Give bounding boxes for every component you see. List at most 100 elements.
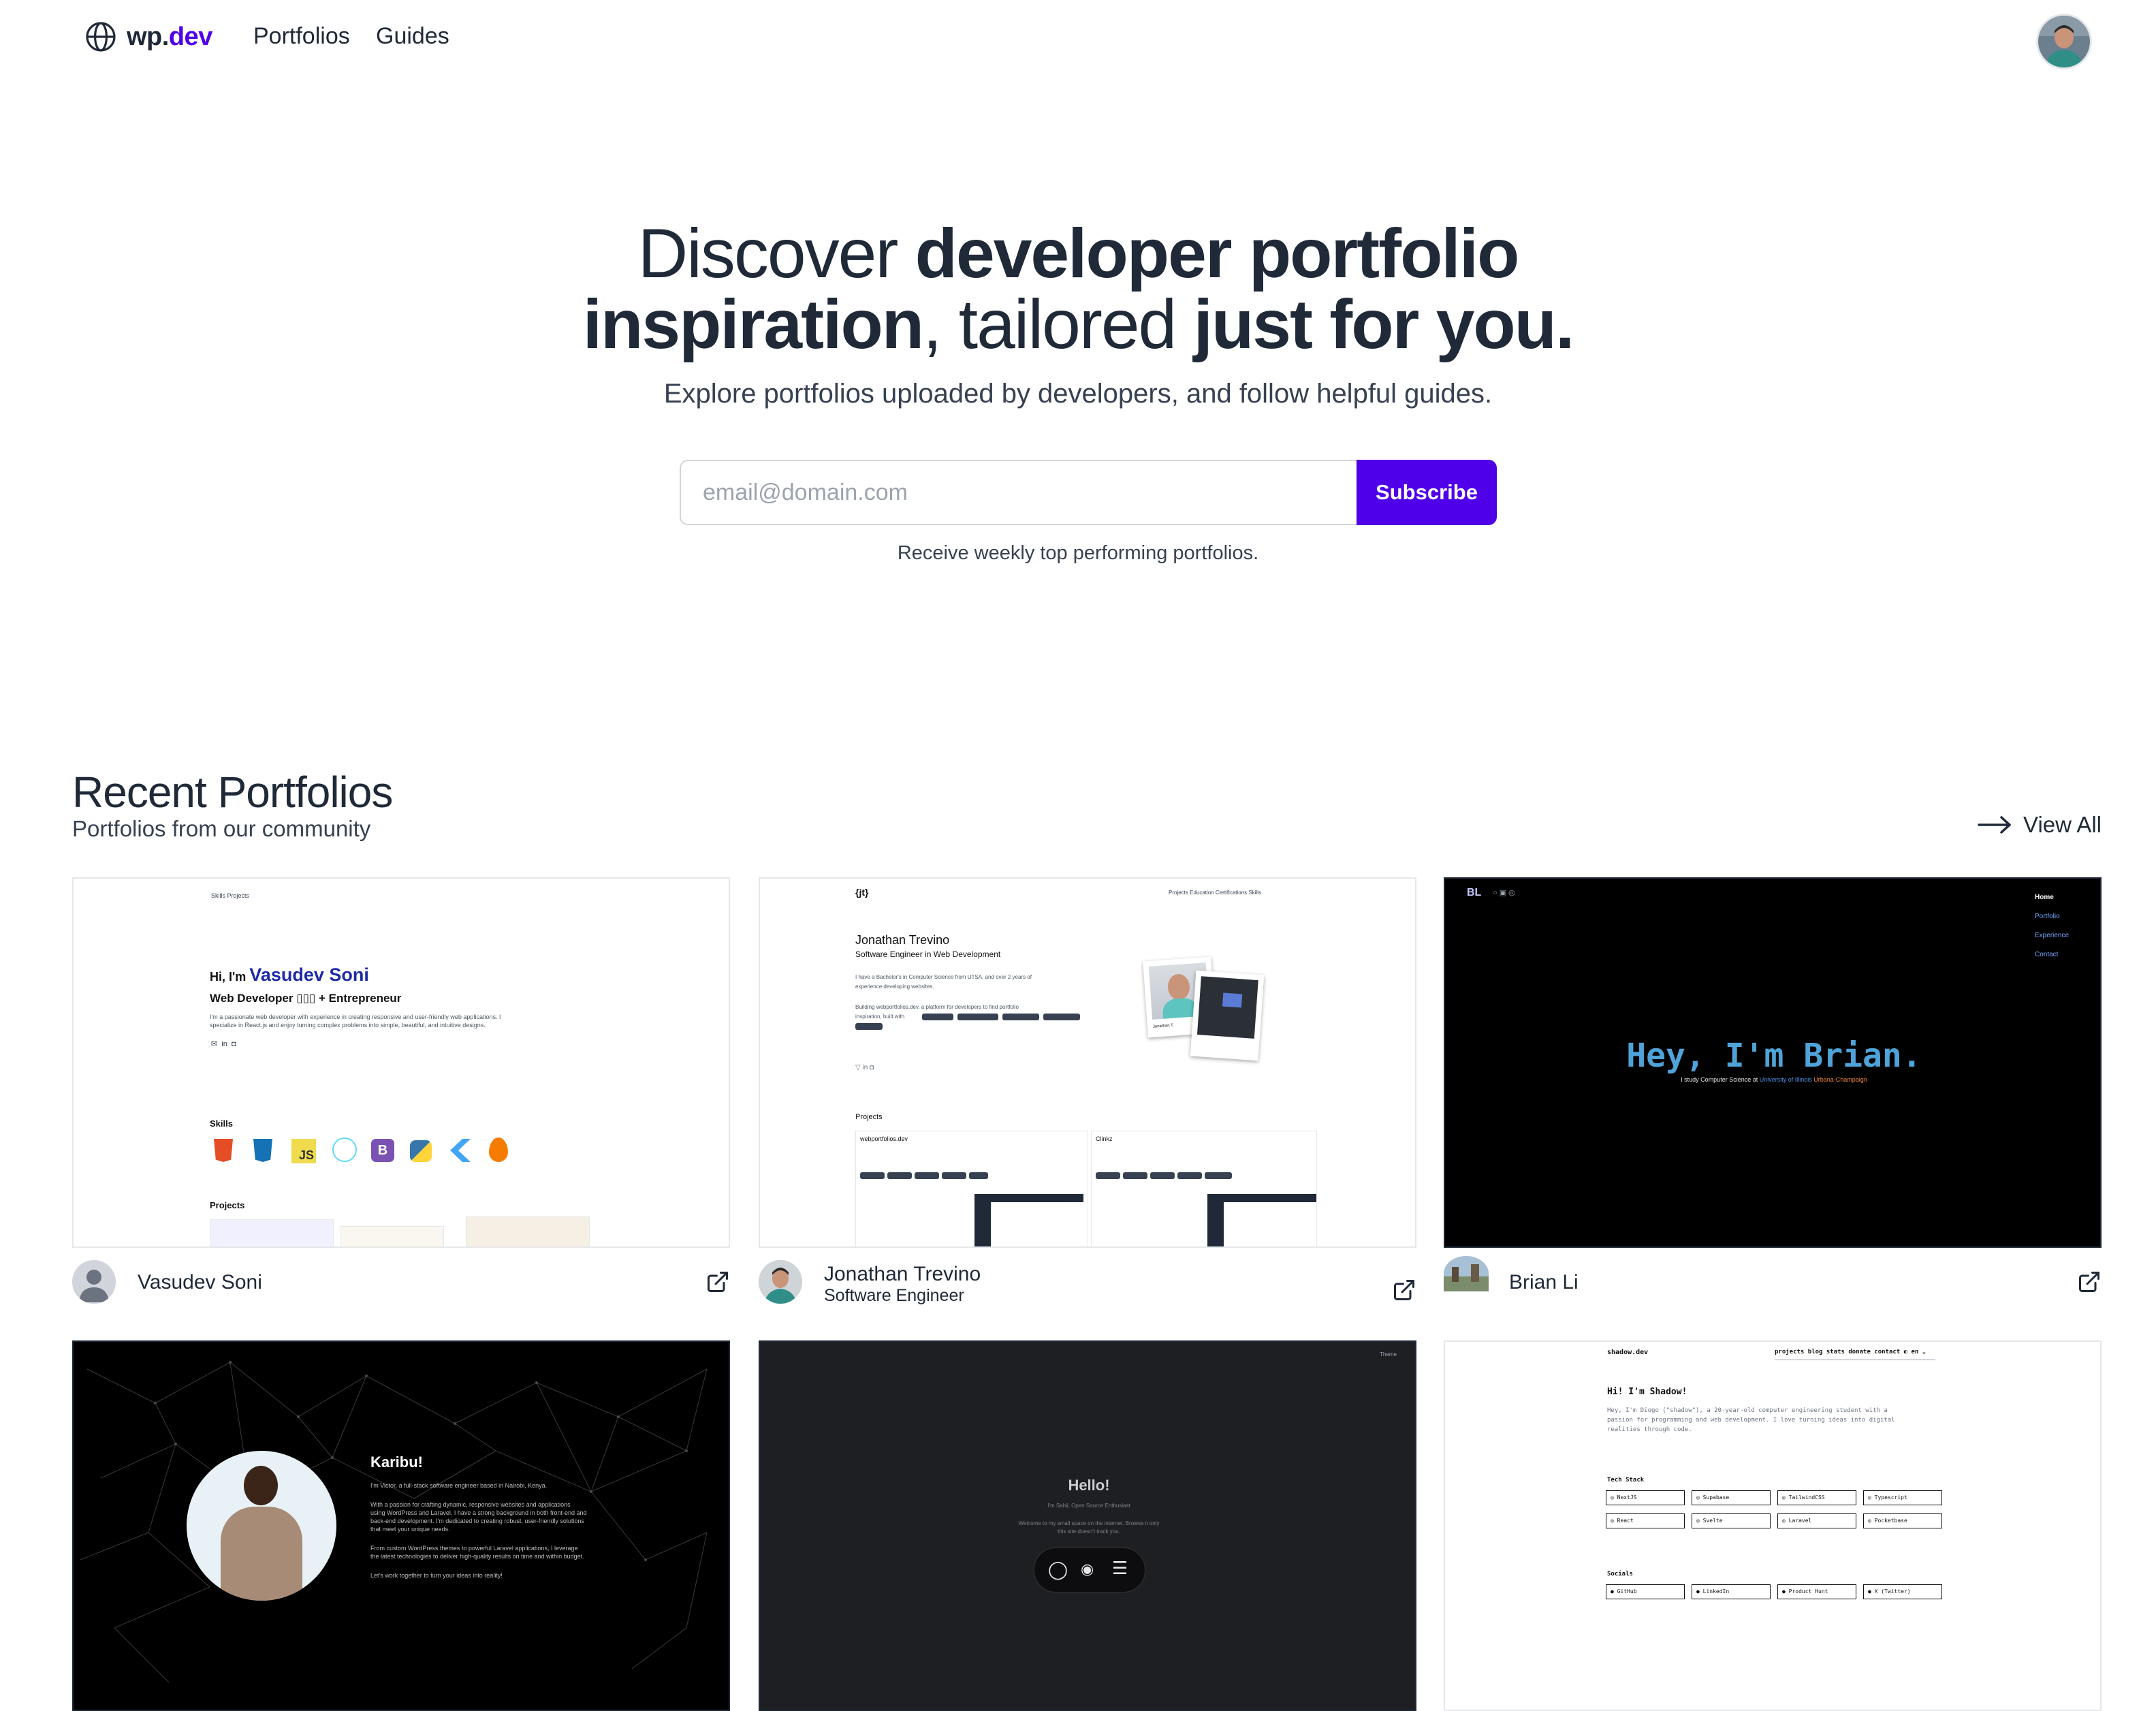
thumb-heading: Hi! I'm Shadow! — [1607, 1387, 1687, 1397]
author-avatar[interactable] — [759, 1260, 802, 1304]
recent-portfolios-subtitle: Portfolios from our community — [72, 816, 371, 841]
chat-icon: ◯ — [1048, 1559, 1068, 1580]
card-meta: Vasudev Soni — [72, 1260, 730, 1315]
author-avatar[interactable] — [1444, 1256, 1489, 1291]
card-meta: Jonathan Trevino Software Engineer — [759, 1260, 1416, 1315]
thumb-nav: Projects Education Certifications Skills — [1169, 890, 1262, 896]
thumb-bio: I'm a passionate web developer with expe… — [210, 1014, 501, 1020]
thumb-bio: Let's work together to turn your ideas i… — [370, 1572, 503, 1579]
thumb-project-card: Clinkz — [1091, 1131, 1317, 1246]
thumb-theme-toggle: Theme — [1380, 1351, 1397, 1357]
stack-badge: ◎ Typescript — [1863, 1490, 1942, 1505]
thumb-logo: {jt} — [855, 887, 869, 898]
portfolio-thumbnail[interactable]: {jt} Projects Education Certifications S… — [759, 877, 1416, 1248]
thumb-bio: that meet your unique needs. — [370, 1526, 450, 1533]
thumb-social-icons: ✉ in ◘ — [211, 1040, 236, 1048]
thumb-logo: BL — [1467, 887, 1482, 898]
thumb-bio: Welcome to my small space on the interne… — [1018, 1520, 1160, 1526]
stack-badge: ◎ Supabase — [1692, 1490, 1771, 1505]
thumb-bio: back-end development. I'm dedicated to c… — [370, 1518, 584, 1524]
thumb-projects-heading: Projects — [210, 1200, 245, 1210]
social-badge: ● LinkedIn — [1692, 1584, 1771, 1599]
thumb-social-icons: ○ ▣ ◎ — [1493, 889, 1515, 897]
author-name[interactable]: Jonathan Trevino — [824, 1263, 981, 1286]
thumb-bio: realities through code. — [1607, 1426, 1692, 1433]
thumb-dock: ◯ ◉ ☰ — [1034, 1548, 1145, 1592]
top-nav: wp.dev Portfolios Guides — [0, 0, 2156, 79]
thumb-bio: Hey, I'm Diogo ("shadow"), a 20-year-old… — [1607, 1407, 1888, 1414]
thumb-project-card: webportfolios.dev — [855, 1131, 1088, 1246]
stack-badge: ◎ Svelte — [1692, 1513, 1771, 1528]
thumb-heading: Karibu! — [370, 1454, 423, 1471]
social-badge: ● GitHub — [1606, 1584, 1685, 1599]
author-avatar[interactable] — [72, 1260, 116, 1304]
thumb-title: Software Engineer in Web Development — [855, 949, 1001, 959]
subscribe-button[interactable]: Subscribe — [1357, 460, 1497, 525]
email-input[interactable] — [680, 460, 1357, 525]
thumb-bio: passion for programming and web developm… — [1607, 1417, 1895, 1424]
menu-icon: ☰ — [1112, 1558, 1128, 1578]
thumb-menu-item: Home — [2035, 894, 2054, 901]
thumb-heading: Hi, I'm Vasudev Soni — [210, 964, 369, 985]
thumb-bio: I'm Victor, a full-stack software engine… — [370, 1482, 548, 1489]
nav-link-guides[interactable]: Guides — [376, 23, 449, 50]
subscribe-note: Receive weekly top performing portfolios… — [897, 542, 1259, 564]
arrow-right-icon — [1978, 816, 2011, 834]
thumb-social-icons: ▽ in ◘ — [855, 1064, 874, 1071]
stack-badge: ◎ NextJS — [1606, 1490, 1685, 1505]
stack-badge: ◎ TailwindCSS — [1777, 1490, 1856, 1505]
thumb-projects-heading: Projects — [855, 1113, 883, 1121]
thumb-tagline: I'm Sahil, Open Source Enthusiast — [1047, 1503, 1130, 1509]
stack-badge: ◎ Pocketbase — [1863, 1513, 1942, 1528]
subscribe-form: Subscribe — [680, 460, 1497, 525]
thumb-title: Web Developer ▯▯▯ + Entrepreneur — [210, 992, 402, 1005]
user-avatar[interactable] — [2036, 14, 2092, 69]
thumb-menu-item: Contact — [2035, 951, 2059, 958]
portfolio-thumbnail[interactable]: shadow.dev projects blog stats donate co… — [1444, 1340, 2102, 1711]
thumb-socials-heading: Socials — [1607, 1571, 1633, 1577]
brand-logo[interactable]: wp.dev — [84, 20, 212, 53]
thumb-heading: Hey, I'm Brian. — [1626, 1037, 1922, 1075]
thumb-heading: Hello! — [1068, 1477, 1110, 1494]
external-link-icon[interactable] — [2077, 1270, 2102, 1294]
brand-name: wp.dev — [127, 22, 212, 51]
thumb-bio: I have a Bachelor's in Computer Science … — [855, 974, 1032, 980]
profile-photo — [187, 1451, 336, 1601]
eye-icon: ◉ — [1081, 1560, 1094, 1577]
author-role: Software Engineer — [824, 1286, 964, 1305]
hero-subtitle: Explore portfolios uploaded by developer… — [663, 379, 1493, 409]
portfolio-thumbnail[interactable]: BL ○ ▣ ◎ Home Portfolio Experience Conta… — [1444, 877, 2102, 1248]
thumb-bio: From custom WordPress themes to powerful… — [370, 1545, 578, 1552]
thumb-menu-item: Experience — [2035, 932, 2070, 939]
thumb-bio: the latest technologies to deliver high-… — [370, 1553, 584, 1560]
thumb-bio: With a passion for crafting dynamic, res… — [370, 1501, 571, 1508]
recent-portfolios-title: Recent Portfolios — [72, 768, 393, 817]
globe-icon — [86, 22, 116, 52]
author-name[interactable]: Brian Li — [1509, 1271, 1579, 1294]
portfolio-thumbnail[interactable]: Karibu! I'm Victor, a full-stack softwar… — [72, 1340, 730, 1711]
hero-headline: Discover developer portfolio inspiration… — [582, 215, 1575, 363]
external-link-icon[interactable] — [706, 1270, 730, 1294]
thumb-bio: specialize in React.js and enjoy turning… — [210, 1022, 486, 1029]
thumb-menu-item: Portfolio — [2035, 913, 2060, 920]
thumb-bio: using WordPress and Laravel. I have a st… — [370, 1509, 587, 1516]
thumb-name: Jonathan Trevino — [855, 933, 950, 947]
nav-link-portfolios[interactable]: Portfolios — [253, 23, 350, 50]
thumb-bio: I study Computer Science at University o… — [1681, 1076, 1867, 1083]
thumb-skills-heading: Skills — [210, 1118, 233, 1129]
social-badge: ● Product Hunt — [1777, 1584, 1856, 1599]
view-all-link[interactable]: View All — [1977, 812, 2102, 838]
thumb-bio: experience developing websites. — [855, 984, 934, 990]
portfolio-thumbnail[interactable]: Skills Projects Hi, I'm Vasudev Soni Web… — [72, 877, 730, 1248]
portfolio-thumbnail[interactable]: Theme Hello! I'm Sahil, Open Source Enth… — [759, 1340, 1416, 1711]
stack-badge: ◎ React — [1606, 1513, 1685, 1528]
thumb-nav: projects blog stats donate contact ◐ en … — [1775, 1349, 1927, 1355]
external-link-icon[interactable] — [1392, 1278, 1416, 1302]
thumb-bio: this site doesn't track you. — [1058, 1528, 1120, 1535]
author-name[interactable]: Vasudev Soni — [138, 1271, 262, 1294]
view-all-label: View All — [2023, 812, 2102, 837]
thumb-logo: shadow.dev — [1607, 1349, 1649, 1356]
thumb-bio: inspiration, built with — [855, 1014, 905, 1020]
card-meta: Brian Li — [1444, 1256, 2102, 1315]
thumb-bio: Building webportfolios.dev, a platform f… — [855, 1004, 1019, 1010]
